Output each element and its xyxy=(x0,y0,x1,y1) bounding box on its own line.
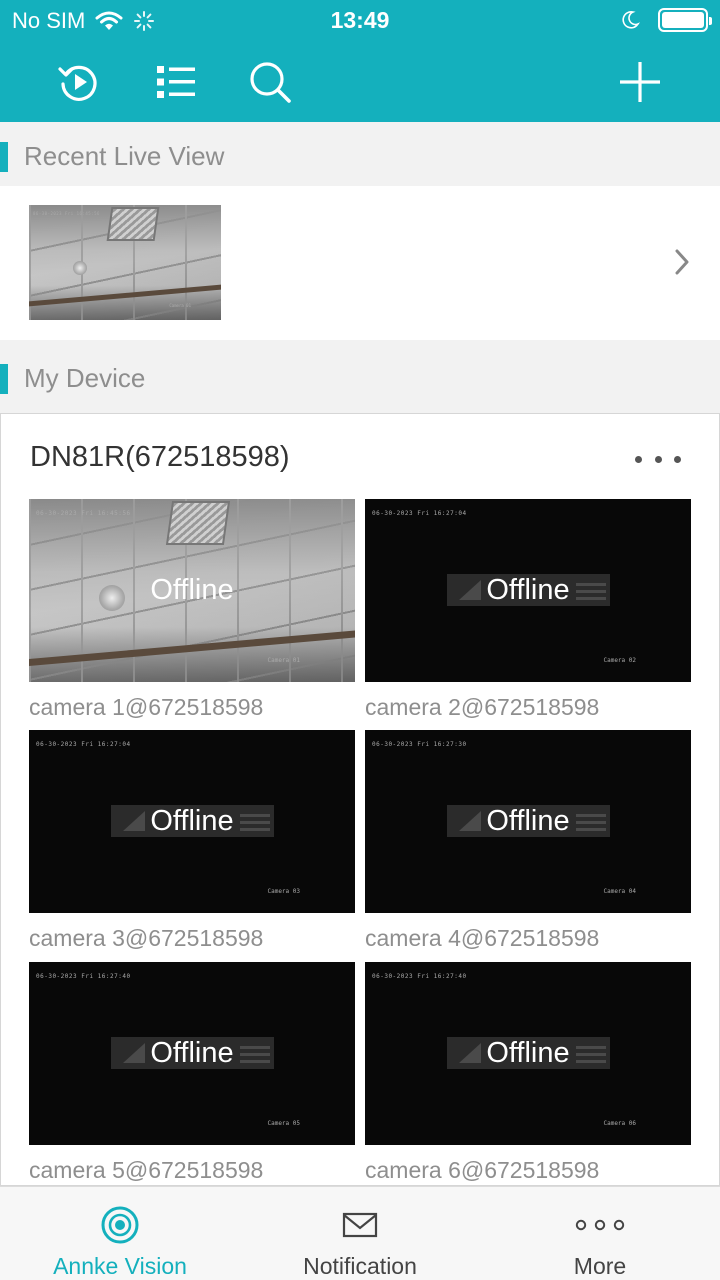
device-card: DN81R(672518598) 06-30-2023 Fri 16:45:56… xyxy=(0,413,720,1186)
camera-osd-name: Camera 03 xyxy=(267,888,300,895)
camera-osd-text: 06-30-2023 Fri 16:45:56 xyxy=(36,510,131,517)
status-bar: No SIM 13:49 xyxy=(0,0,720,40)
moon-icon xyxy=(622,11,640,29)
status-time: 13:49 xyxy=(330,7,390,33)
camera-label: camera 5@672518598 xyxy=(29,1157,264,1183)
recent-live-view-header: Recent Live View xyxy=(0,122,720,186)
thumbnail-camera-text: Camera 01 xyxy=(169,303,191,308)
more-dots-icon xyxy=(575,1219,625,1231)
my-device-header: My Device xyxy=(0,340,720,413)
device-more-button[interactable] xyxy=(635,444,681,474)
nav-label: Notification xyxy=(303,1253,417,1279)
playback-button[interactable] xyxy=(55,58,103,106)
camera-label: camera 2@672518598 xyxy=(365,694,600,720)
nav-item-annke-vision[interactable]: Annke Vision xyxy=(0,1187,240,1280)
device-name: DN81R(672518598) xyxy=(30,441,290,473)
search-icon xyxy=(250,62,291,103)
thumbnail-osd-text: 06-30-2023 Fri 16:45:56 xyxy=(33,211,100,216)
app-screen: No SIM 13:49 Recent Live View 06-30-2023… xyxy=(0,0,720,1280)
camera-osd-name: Camera 01 xyxy=(267,657,300,664)
camera-feed: 06-30-2023 Fri 16:27:04 Camera 03 Offlin… xyxy=(29,730,355,913)
playback-icon xyxy=(58,65,97,101)
camera-label: camera 6@672518598 xyxy=(365,1157,600,1183)
list-icon xyxy=(157,66,195,98)
camera-osd-text: 06-30-2023 Fri 16:27:30 xyxy=(372,741,467,748)
camera-osd-name: Camera 05 xyxy=(267,1120,300,1127)
recent-live-view-item[interactable]: 06-30-2023 Fri 16:45:56 Camera 01 xyxy=(0,186,720,340)
camera-tile-4[interactable]: 06-30-2023 Fri 16:27:30 Camera 04 Offlin… xyxy=(365,730,691,952)
offline-status: Offline xyxy=(150,574,234,606)
camera-tile-1[interactable]: 06-30-2023 Fri 16:45:56 Camera 01 Offlin… xyxy=(29,499,355,721)
top-bar: No SIM 13:49 xyxy=(0,0,720,122)
camera-osd-text: 06-30-2023 Fri 16:27:40 xyxy=(36,973,131,980)
offline-status: Offline xyxy=(150,1037,234,1069)
nav-item-more[interactable]: More xyxy=(480,1187,720,1280)
nav-item-notification[interactable]: Notification xyxy=(240,1187,480,1280)
camera-osd-text: 06-30-2023 Fri 16:27:40 xyxy=(372,973,467,980)
section-accent-bar xyxy=(0,364,8,394)
nav-label: More xyxy=(573,1253,627,1279)
plus-icon xyxy=(620,62,660,102)
section-title: Recent Live View xyxy=(24,141,225,171)
camera-tile-2[interactable]: 06-30-2023 Fri 16:27:04 Camera 02 Offlin… xyxy=(365,499,691,721)
offline-status: Offline xyxy=(486,1037,570,1069)
dot-icon xyxy=(654,455,662,463)
camera-osd-text: 06-30-2023 Fri 16:27:04 xyxy=(36,741,131,748)
camera-feed: 06-30-2023 Fri 16:45:56 Camera 01 Offlin… xyxy=(29,499,355,682)
camera-feed: 06-30-2023 Fri 16:27:40 Camera 05 Offlin… xyxy=(29,962,355,1145)
recent-live-thumbnail: 06-30-2023 Fri 16:45:56 Camera 01 xyxy=(29,205,221,320)
device-list-button[interactable] xyxy=(152,58,200,106)
battery-icon xyxy=(658,8,712,32)
section-title: My Device xyxy=(24,363,146,393)
live-view-icon xyxy=(101,1206,139,1244)
add-device-button[interactable] xyxy=(616,58,664,106)
envelope-icon xyxy=(342,1212,378,1238)
dot-icon xyxy=(674,455,681,463)
status-right xyxy=(620,8,712,32)
offline-status: Offline xyxy=(486,805,570,837)
camera-osd-text: 06-30-2023 Fri 16:27:04 xyxy=(372,510,467,517)
chevron-right-icon xyxy=(675,249,689,275)
camera-osd-name: Camera 02 xyxy=(603,657,636,664)
camera-osd-name: Camera 04 xyxy=(603,888,636,895)
section-accent-bar xyxy=(0,142,8,172)
camera-label: camera 1@672518598 xyxy=(29,694,264,720)
camera-feed: 06-30-2023 Fri 16:27:40 Camera 06 Offlin… xyxy=(365,962,691,1145)
camera-feed: 06-30-2023 Fri 16:27:04 Camera 02 Offlin… xyxy=(365,499,691,682)
nav-label: Annke Vision xyxy=(53,1253,187,1279)
search-button[interactable] xyxy=(246,58,294,106)
camera-feed: 06-30-2023 Fri 16:27:30 Camera 04 Offlin… xyxy=(365,730,691,913)
toolbar xyxy=(0,52,720,112)
camera-label: camera 3@672518598 xyxy=(29,925,264,951)
offline-status: Offline xyxy=(486,574,570,606)
camera-tile-3[interactable]: 06-30-2023 Fri 16:27:04 Camera 03 Offlin… xyxy=(29,730,355,952)
camera-tile-6[interactable]: 06-30-2023 Fri 16:27:40 Camera 06 Offlin… xyxy=(365,962,691,1184)
camera-label: camera 4@672518598 xyxy=(365,925,600,951)
camera-osd-name: Camera 06 xyxy=(603,1120,636,1127)
dot-icon xyxy=(635,455,642,463)
offline-status: Offline xyxy=(150,805,234,837)
bottom-navigation: Annke Vision Notification More xyxy=(0,1186,720,1280)
camera-tile-5[interactable]: 06-30-2023 Fri 16:27:40 Camera 05 Offlin… xyxy=(29,962,355,1184)
